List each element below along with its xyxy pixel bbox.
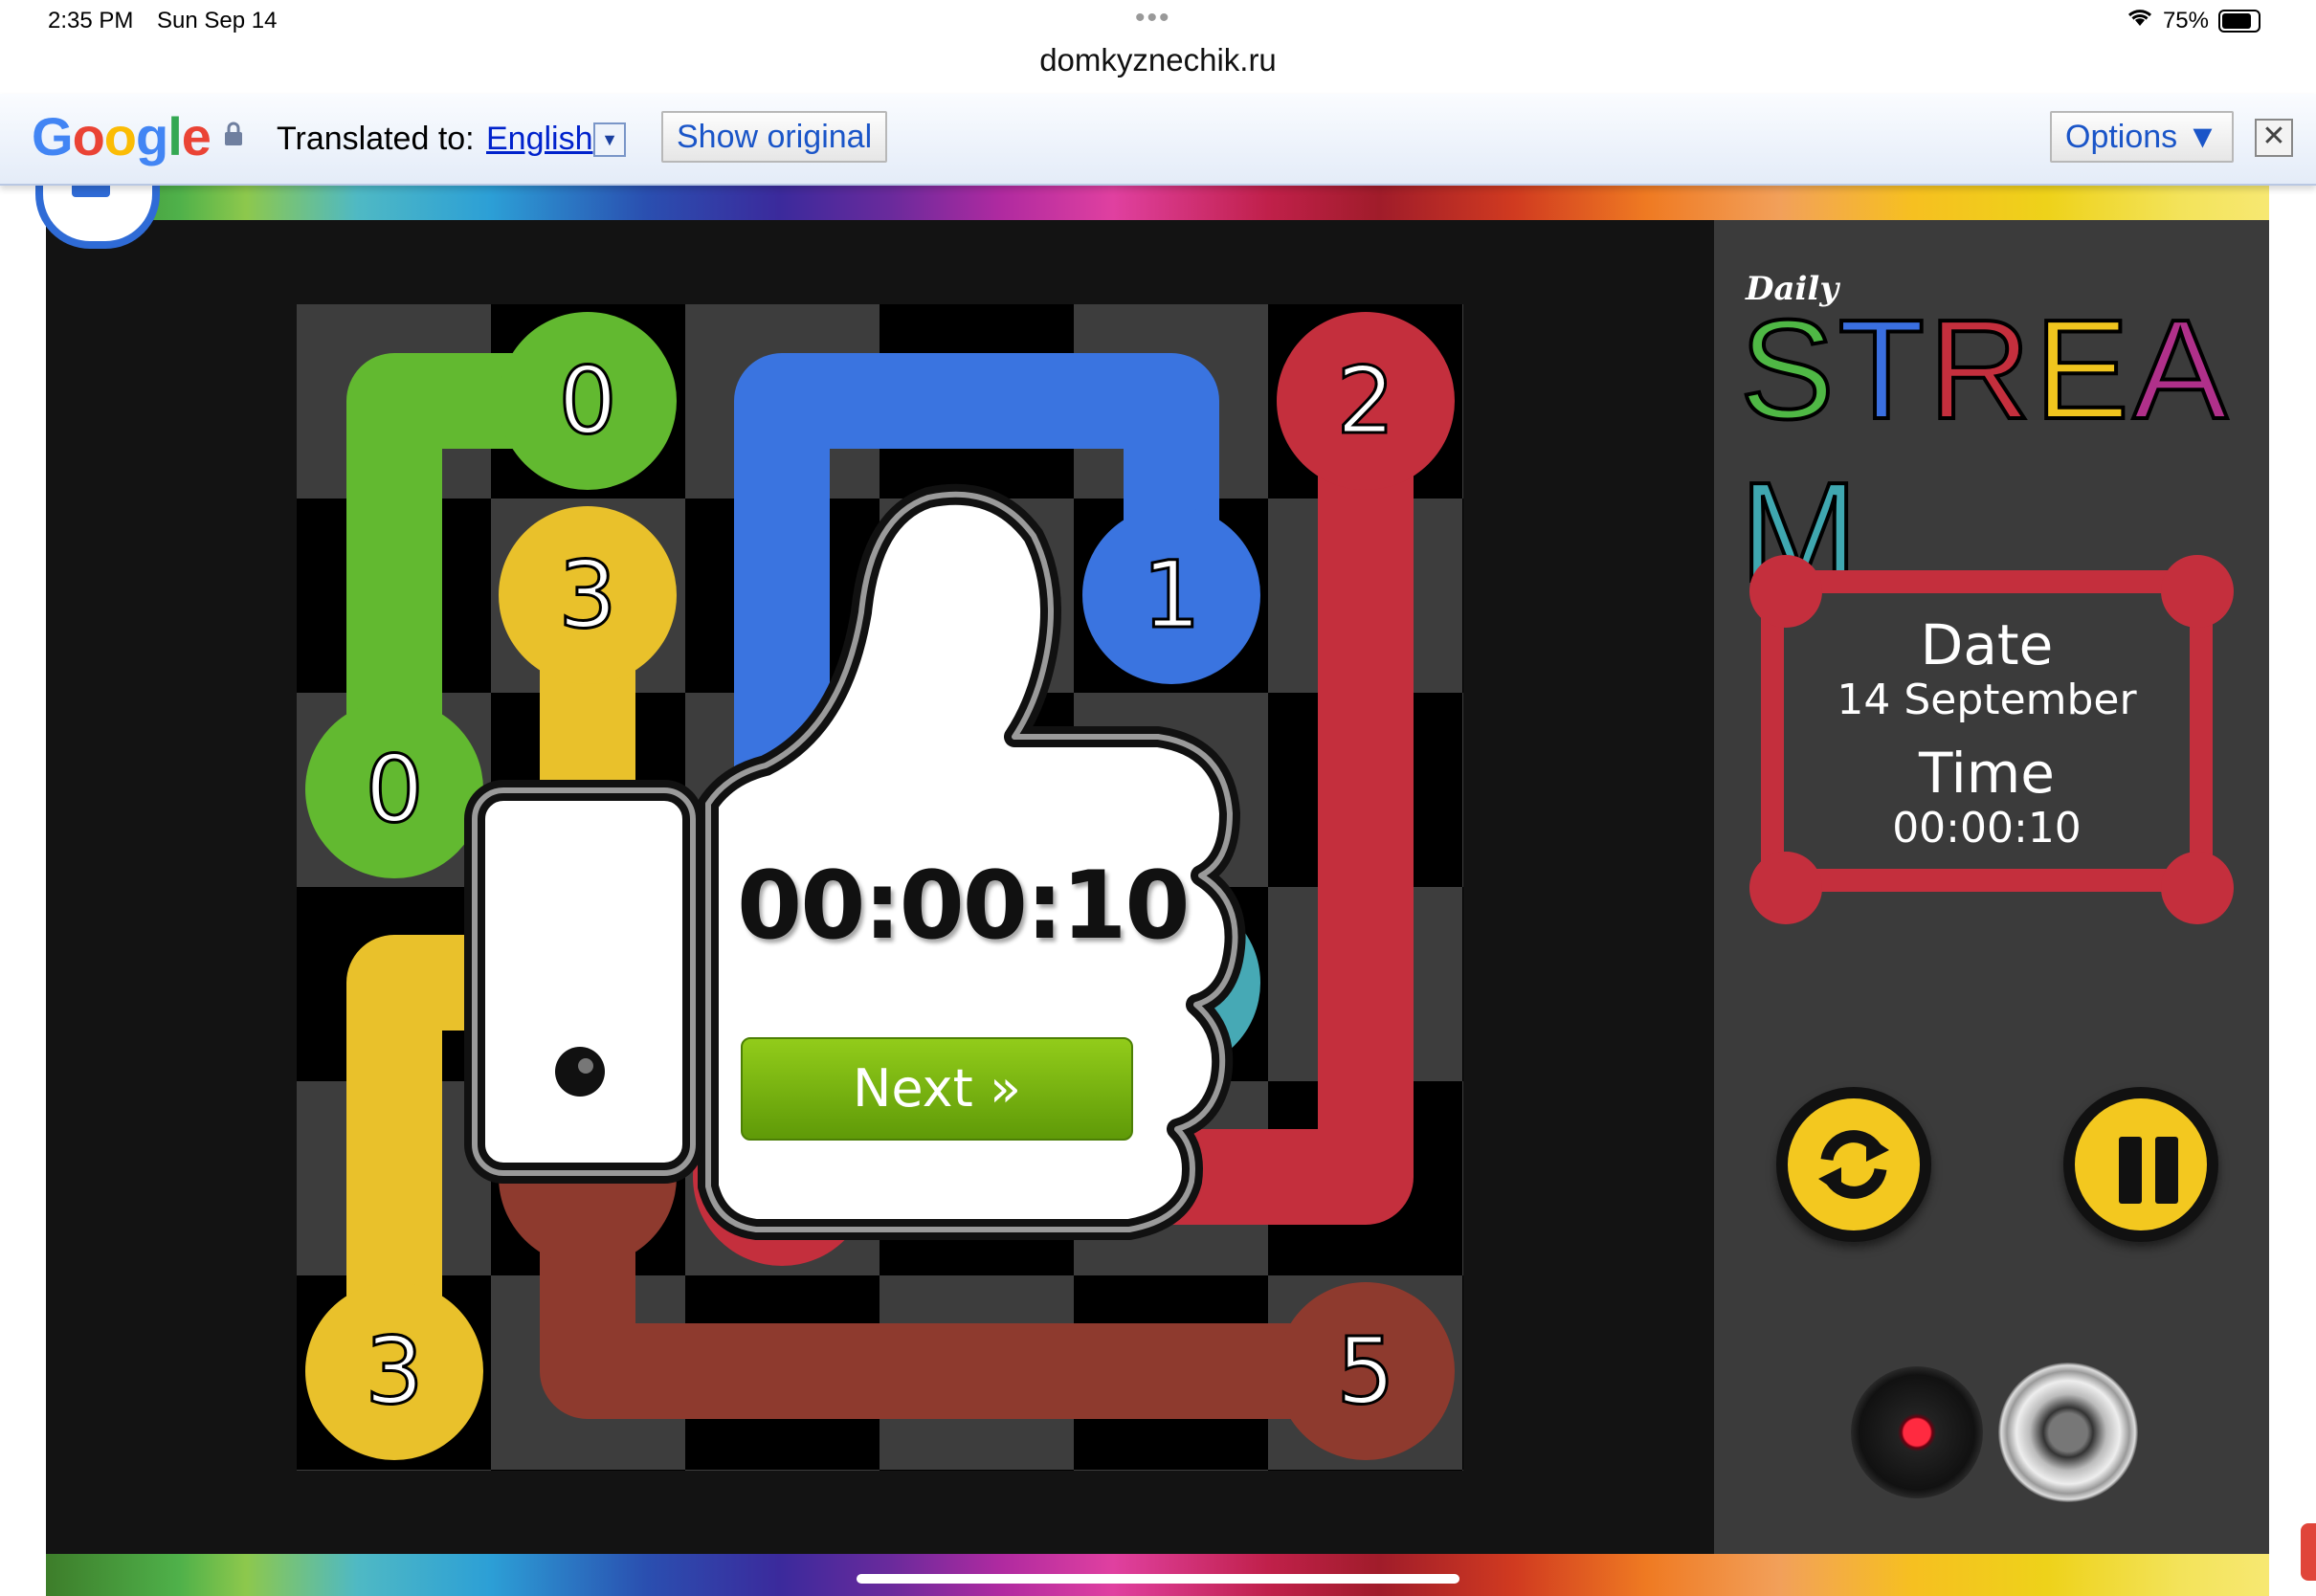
google-logo: Google — [32, 106, 212, 166]
speaker-sound-icon[interactable] — [1998, 1363, 2138, 1502]
pause-button[interactable] — [2063, 1087, 2218, 1242]
endpoint-label-red: 2 — [1336, 347, 1394, 454]
logo-letter: S — [1738, 289, 1838, 451]
frame-corner — [1749, 852, 1822, 924]
frame-corner — [2161, 852, 2234, 924]
win-time: 00:00:10 — [737, 852, 1191, 961]
vinyl-music-icon[interactable] — [1851, 1366, 1983, 1498]
logo-stream: STREAM — [1738, 289, 2316, 614]
logo-letter: R — [1926, 289, 2036, 451]
date-label: Date — [1920, 612, 2054, 677]
endpoint-label-yellow-top: 3 — [558, 542, 616, 649]
options-button[interactable]: Options ▼ — [2050, 111, 2235, 163]
edge-tab[interactable] — [2301, 1523, 2316, 1581]
show-original-button[interactable]: Show original — [661, 111, 888, 163]
endpoint-label-green-left: 0 — [365, 736, 423, 843]
lock-icon — [223, 121, 244, 155]
date-value: 14 September — [1837, 676, 2137, 724]
google-translate-bar: Google Translated to: English ▼ Show ori… — [0, 94, 2316, 186]
endpoint-label-yellow-bottom: 3 — [365, 1318, 423, 1425]
logo-letter: A — [2131, 289, 2232, 451]
logo-letter: E — [2033, 289, 2133, 451]
language-link[interactable]: English — [486, 121, 593, 158]
translated-to-label: Translated to: — [277, 121, 475, 157]
logo-letter: T — [1837, 289, 1929, 451]
home-indicator[interactable] — [857, 1574, 1459, 1584]
time-value: 00:00:10 — [1892, 804, 2082, 853]
endpoint-label-green-top: 0 — [558, 347, 616, 454]
restart-icon — [1818, 1130, 1889, 1199]
restart-button[interactable] — [1776, 1087, 1931, 1242]
time-label: Time — [1919, 741, 2055, 806]
close-icon[interactable]: ✕ — [2255, 119, 2293, 157]
language-dropdown-icon[interactable]: ▼ — [593, 122, 626, 157]
endpoint-label-brown: 5 — [1336, 1318, 1394, 1425]
next-button[interactable]: Next » — [741, 1037, 1133, 1141]
endpoint-label-blue: 1 — [1142, 542, 1200, 649]
